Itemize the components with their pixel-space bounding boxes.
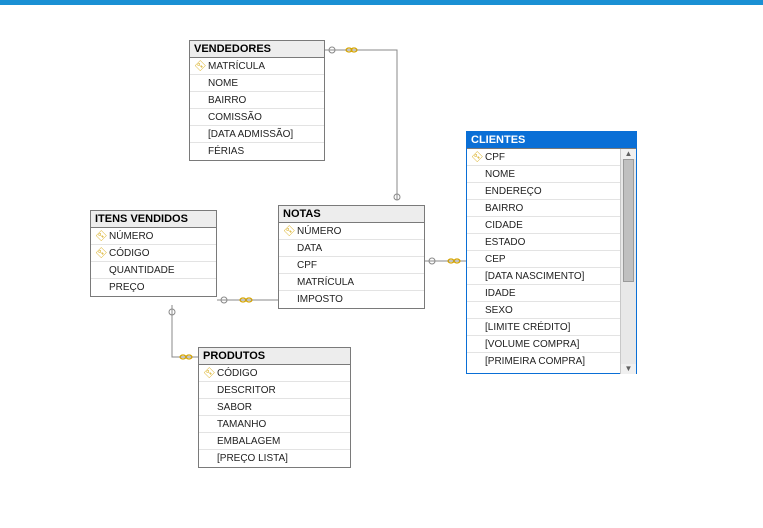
field-name: TAMANHO [217,419,266,430]
table-field[interactable]: ⚿NÚMERO [91,228,216,245]
field-name: NÚMERO [109,231,153,242]
field-name: EMBALAGEM [217,436,280,447]
table-field[interactable]: ⚿NÚMERO [279,223,424,240]
field-name: IDADE [485,288,516,299]
scroll-up-icon[interactable]: ▲ [625,150,633,158]
table-field[interactable]: ESTADO [467,234,620,251]
table-field[interactable]: COMISSÃO [190,109,324,126]
table-produtos[interactable]: PRODUTOS ⚿CÓDIGO DESCRITOR SABOR TAMANHO EMB… [198,347,351,468]
table-field[interactable]: CPF [279,257,424,274]
table-field[interactable]: [VOLUME COMPRA] [467,336,620,353]
field-name: CÓDIGO [217,368,258,379]
field-name: DATA [297,243,322,254]
table-field[interactable]: [DATA ADMISSÃO] [190,126,324,143]
field-name: FÉRIAS [208,146,244,157]
field-name: CEP [485,254,506,265]
primary-key-icon: ⚿ [95,231,109,242]
field-name: CPF [297,260,317,271]
primary-key-icon: ⚿ [203,368,217,379]
table-vendedores[interactable]: VENDEDORES ⚿MATRÍCULA NOME BAIRRO COMISSÃO [… [189,40,325,161]
scroll-thumb[interactable] [623,159,634,282]
table-field[interactable]: SABOR [199,399,350,416]
table-field[interactable]: IMPOSTO [279,291,424,308]
primary-key-icon: ⚿ [95,248,109,259]
table-field[interactable]: SEXO [467,302,620,319]
table-rows: ⚿CPF NOME ENDEREÇO BAIRRO CIDADE ESTADO CEP [DA… [467,149,620,374]
table-field[interactable]: MATRÍCULA [279,274,424,291]
table-clientes[interactable]: CLIENTES ⚿CPF NOME ENDEREÇO BAIRRO CIDADE EST… [466,131,637,374]
table-field[interactable]: ENDEREÇO [467,183,620,200]
table-field[interactable]: ⚿CÓDIGO [199,365,350,382]
field-name: NÚMERO [297,226,341,237]
field-name: ESTADO [485,237,525,248]
table-field[interactable]: ⚿CÓDIGO [91,245,216,262]
field-name: MATRÍCULA [208,61,265,72]
field-name: [VOLUME COMPRA] [485,339,579,350]
field-name: DESCRITOR [217,385,276,396]
field-name: CÓDIGO [109,248,150,259]
scroll-track[interactable] [621,159,636,364]
table-field[interactable]: [LIMITE CRÉDITO] [467,319,620,336]
table-header[interactable]: ITENS VENDIDOS [91,211,216,228]
field-name: [DATA ADMISSÃO] [208,129,293,140]
table-header[interactable]: PRODUTOS [199,348,350,365]
table-rows: ⚿NÚMERO⚿CÓDIGOQUANTIDADEPREÇO [91,228,216,296]
table-field[interactable]: NOME [190,75,324,92]
field-name: [PRIMEIRA COMPRA] [485,356,585,367]
table-header[interactable]: NOTAS [279,206,424,223]
table-field[interactable]: TAMANHO [199,416,350,433]
primary-key-icon: ⚿ [283,226,297,237]
table-field[interactable]: ⚿CPF [467,149,620,166]
field-name: [LIMITE CRÉDITO] [485,322,570,333]
field-name: COMISSÃO [208,112,262,123]
table-field[interactable]: BAIRRO [467,200,620,217]
scroll-down-icon[interactable]: ▼ [625,365,633,373]
table-field[interactable]: [DATA NASCIMENTO] [467,268,620,285]
field-name: CPF [485,152,505,163]
primary-key-icon: ⚿ [471,152,485,163]
table-field[interactable]: CEP [467,251,620,268]
field-name: SEXO [485,305,513,316]
field-name: SABOR [217,402,252,413]
diagram-canvas: VENDEDORES ⚿MATRÍCULANOMEBAIRROCOMISSÃO[… [0,5,763,528]
table-itens-vendidos[interactable]: ITENS VENDIDOS ⚿NÚMERO⚿CÓDIGOQUANTIDADEP… [90,210,217,297]
table-header[interactable]: CLIENTES [467,132,636,149]
table-field[interactable]: ⚿MATRÍCULA [190,58,324,75]
field-name: PREÇO [109,282,145,293]
table-header[interactable]: VENDEDORES [190,41,324,58]
table-field[interactable]: BAIRRO [190,92,324,109]
field-name: [PREÇO LISTA] [217,453,288,464]
field-name: MATRÍCULA [297,277,354,288]
primary-key-icon: ⚿ [194,61,208,72]
field-name: NOME [208,78,238,89]
table-field[interactable]: DATA [279,240,424,257]
table-field[interactable]: QUANTIDADE [91,262,216,279]
table-field[interactable]: [PRIMEIRA COMPRA] [467,353,620,370]
table-rows: ⚿MATRÍCULA NOME BAIRRO COMISSÃO [DATA ADMISS… [190,58,324,160]
scrollbar[interactable]: ▲ ▼ [620,149,636,374]
table-field[interactable]: DESCRITOR [199,382,350,399]
table-rows: ⚿NÚMERO DATA CPF MATRÍCULA IMPOSTO [279,223,424,308]
table-field[interactable]: NOME [467,166,620,183]
table-field[interactable]: PREÇO [91,279,216,296]
field-name: QUANTIDADE [109,265,175,276]
table-notas[interactable]: NOTAS ⚿NÚMERO DATA CPF MATRÍCULA IMPOSTO [278,205,425,309]
table-rows: ⚿CÓDIGO DESCRITOR SABOR TAMANHO EMBALAGEM [PR… [199,365,350,467]
table-field[interactable]: FÉRIAS [190,143,324,160]
field-name: IMPOSTO [297,294,343,305]
table-field[interactable]: EMBALAGEM [199,433,350,450]
table-field[interactable]: IDADE [467,285,620,302]
field-name: NOME [485,169,515,180]
field-name: [DATA NASCIMENTO] [485,271,584,282]
table-field[interactable]: [PREÇO LISTA] [199,450,350,467]
field-name: BAIRRO [485,203,523,214]
field-name: BAIRRO [208,95,246,106]
field-name: ENDEREÇO [485,186,542,197]
field-name: CIDADE [485,220,523,231]
table-field[interactable]: CIDADE [467,217,620,234]
